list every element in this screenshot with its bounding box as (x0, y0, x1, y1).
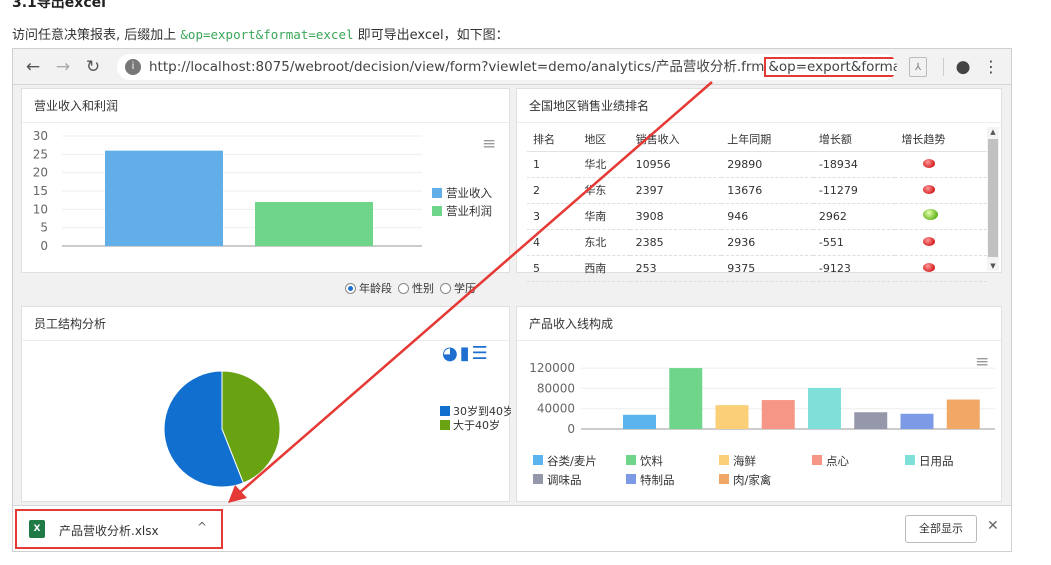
arrow-line (237, 81, 713, 495)
annotation-arrow (228, 81, 713, 503)
